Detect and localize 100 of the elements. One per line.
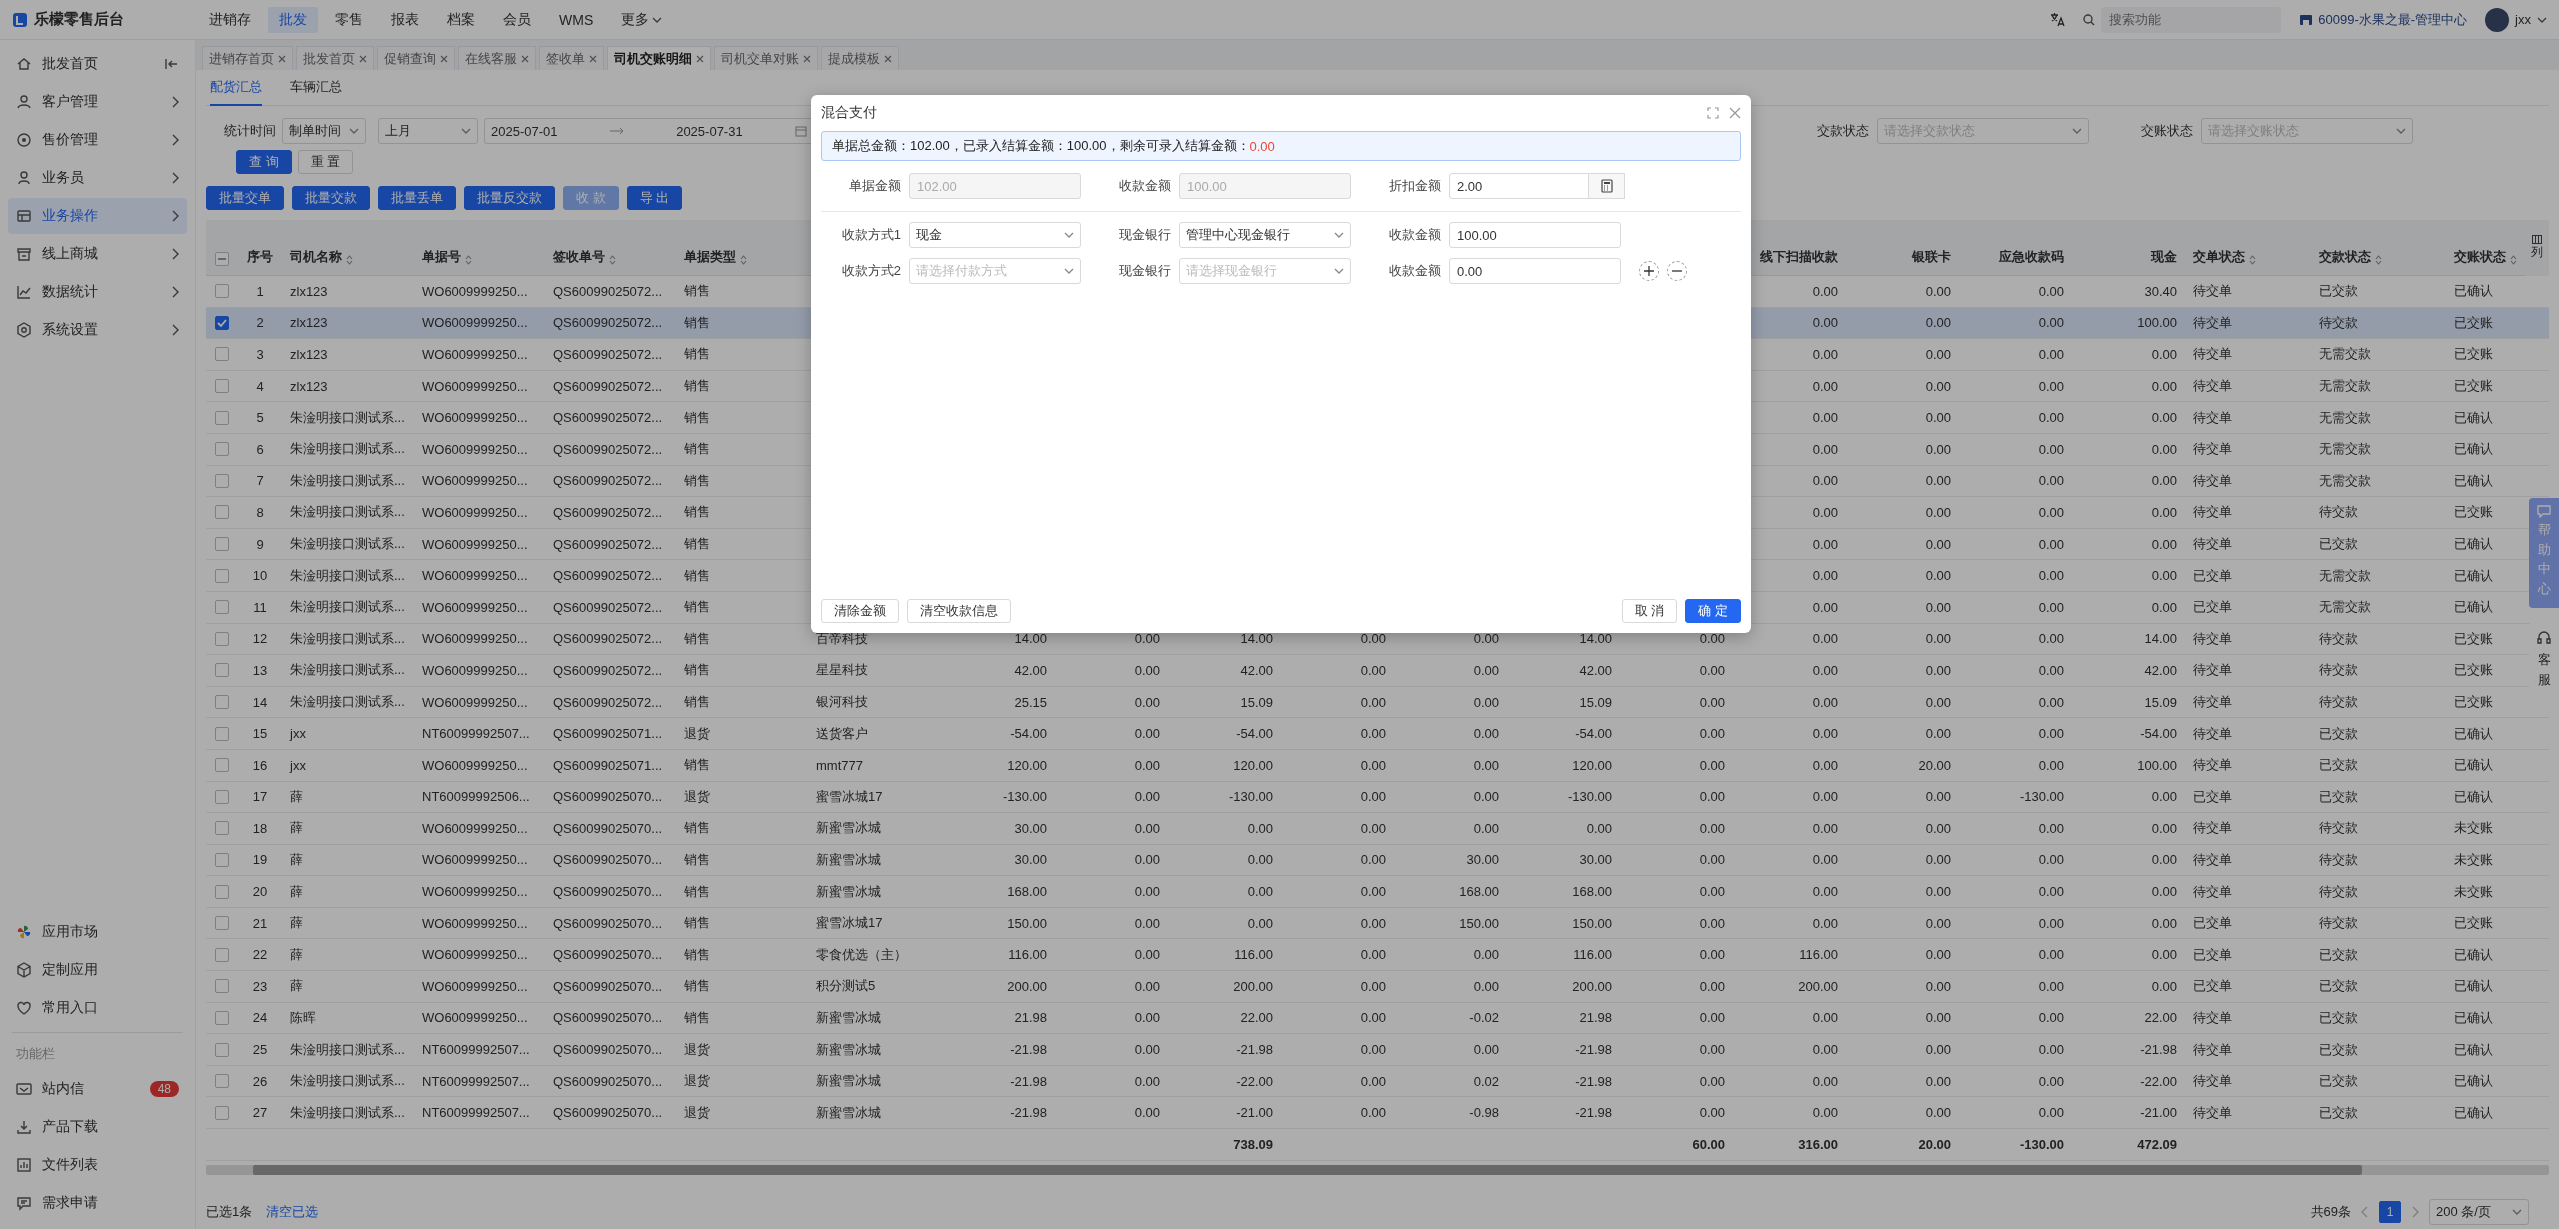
column-header[interactable]: 现金 — [2151, 248, 2177, 266]
nav-item[interactable]: 会员 — [492, 6, 542, 33]
sidebar-item[interactable]: 常用入口 — [8, 990, 187, 1026]
action-button[interactable]: 批量反交款 — [464, 186, 555, 210]
input-field[interactable]: 0.00 — [1449, 258, 1621, 284]
sidebar-item[interactable]: 业务操作 — [8, 198, 187, 234]
add-button[interactable] — [1639, 261, 1659, 281]
cancel-button[interactable]: 取 消 — [1621, 599, 1678, 623]
nav-item[interactable]: 零售 — [324, 6, 374, 33]
close-icon[interactable] — [884, 54, 892, 63]
page-tab[interactable]: 在线客服 — [458, 46, 536, 70]
sidebar-item[interactable]: 需求申请 — [8, 1185, 187, 1221]
sub-tab[interactable]: 配货汇总 — [210, 69, 262, 106]
collapse-icon[interactable] — [165, 58, 179, 70]
column-header[interactable]: 线下扫描收款 — [1760, 248, 1838, 266]
chevron-left-icon[interactable] — [2361, 1206, 2369, 1218]
column-header[interactable]: 交单状态 — [2193, 248, 2245, 266]
sidebar-item[interactable]: 客户管理 — [8, 84, 187, 120]
row-checkbox[interactable] — [215, 979, 229, 994]
row-checkbox[interactable] — [215, 600, 229, 615]
nav-item[interactable]: 报表 — [380, 6, 430, 33]
row-checkbox[interactable] — [215, 853, 229, 867]
search-field[interactable]: 搜索功能 — [2101, 6, 2282, 33]
row-checkbox[interactable] — [215, 1010, 229, 1025]
avatar[interactable] — [2485, 7, 2510, 32]
sidebar-item[interactable]: 批发首页 — [8, 46, 187, 82]
row-checkbox[interactable] — [215, 1074, 229, 1089]
column-header[interactable]: 司机名称 — [290, 248, 342, 266]
action-button[interactable]: 批量交款 — [292, 186, 370, 210]
row-checkbox[interactable] — [215, 726, 229, 741]
row-checkbox[interactable] — [215, 758, 229, 773]
horizontal-scrollbar[interactable] — [252, 1164, 2362, 1175]
row-checkbox[interactable] — [215, 789, 229, 804]
nav-item[interactable]: 档案 — [436, 6, 486, 33]
page-button[interactable]: 1 — [2379, 1201, 2401, 1223]
user-name[interactable]: jxx — [2515, 12, 2531, 27]
select-field[interactable]: 管理中心现金银行 — [1179, 222, 1351, 248]
remove-button[interactable] — [1667, 261, 1687, 281]
page-size-select[interactable]: 200 条/页 — [2429, 1199, 2529, 1225]
close-icon[interactable] — [589, 54, 597, 63]
close-icon[interactable] — [359, 54, 367, 63]
column-header[interactable]: 序号 — [247, 248, 273, 266]
row-checkbox[interactable] — [215, 410, 229, 425]
select-all-checkbox[interactable] — [215, 252, 229, 266]
action-button[interactable]: 批量交单 — [206, 186, 284, 210]
nav-item[interactable]: 批发 — [268, 6, 318, 33]
sort-icon[interactable] — [2510, 254, 2517, 266]
page-tab[interactable]: 促销查询 — [377, 46, 455, 70]
input-field[interactable]: 2.00 — [1449, 173, 1589, 199]
row-checkbox[interactable] — [215, 663, 229, 678]
confirm-button[interactable]: 确 定 — [1685, 599, 1741, 623]
sidebar-item[interactable]: 文件列表 — [8, 1147, 187, 1183]
sidebar-item[interactable]: 定制应用 — [8, 952, 187, 988]
select-field[interactable]: 上月 — [378, 118, 478, 144]
nav-item[interactable]: 进销存 — [198, 6, 262, 33]
sidebar-item[interactable]: 售价管理 — [8, 122, 187, 158]
page-tab[interactable]: 进销存首页 — [202, 46, 293, 70]
close-icon[interactable] — [521, 54, 529, 63]
column-header[interactable]: 单据类型 — [684, 248, 736, 266]
reset-button[interactable]: 重 置 — [297, 150, 354, 174]
row-checkbox[interactable] — [215, 1105, 229, 1120]
calculator-button[interactable] — [1589, 173, 1625, 199]
close-icon[interactable] — [696, 54, 704, 63]
column-header[interactable]: 单据号 — [422, 248, 461, 266]
row-checkbox[interactable] — [215, 568, 229, 583]
clear-selection-link[interactable]: 清空已选 — [266, 1203, 319, 1221]
row-checkbox[interactable] — [215, 473, 229, 488]
sort-icon[interactable] — [2249, 254, 2256, 266]
query-button[interactable]: 查 询 — [236, 150, 292, 174]
page-tab[interactable]: 司机交单对账 — [714, 46, 818, 70]
action-button[interactable]: 批量丢单 — [378, 186, 456, 210]
sort-icon[interactable] — [346, 254, 353, 266]
sidebar-item[interactable]: 业务员 — [8, 160, 187, 196]
close-icon[interactable] — [278, 54, 286, 63]
sidebar-item[interactable]: 站内信 48 — [8, 1071, 187, 1107]
select-field[interactable]: 制单时间 — [282, 118, 366, 144]
row-checkbox[interactable] — [215, 537, 229, 552]
row-checkbox[interactable] — [215, 1042, 229, 1057]
sidebar-item[interactable]: 系统设置 — [8, 312, 187, 348]
column-header[interactable]: 银联卡 — [1912, 248, 1951, 266]
date-range-field[interactable]: 2025-07-01 2025-07-31 — [484, 118, 814, 144]
close-icon[interactable] — [1729, 107, 1741, 119]
row-checkbox[interactable] — [215, 505, 229, 520]
sidebar-item[interactable]: 线上商城 — [8, 236, 187, 272]
chevron-right-icon[interactable] — [2411, 1206, 2419, 1218]
store-name[interactable]: 60099-水果之最-管理中心 — [2318, 10, 2468, 29]
dialog-button[interactable]: 清除金额 — [821, 599, 899, 623]
sidebar-item[interactable]: 数据统计 — [8, 274, 187, 310]
close-icon[interactable] — [803, 54, 811, 63]
column-header[interactable]: 交款状态 — [2319, 248, 2371, 266]
action-button[interactable]: 导 出 — [626, 186, 683, 210]
page-tab[interactable]: 签收单 — [539, 46, 604, 70]
column-header[interactable]: 交账状态 — [2454, 248, 2506, 266]
row-checkbox[interactable] — [215, 315, 229, 330]
sort-icon[interactable] — [465, 254, 472, 266]
close-icon[interactable] — [440, 54, 448, 63]
row-checkbox[interactable] — [215, 821, 229, 836]
row-checkbox[interactable] — [215, 379, 229, 394]
nav-item[interactable]: 更多 — [610, 6, 674, 33]
sort-icon[interactable] — [2375, 254, 2382, 266]
